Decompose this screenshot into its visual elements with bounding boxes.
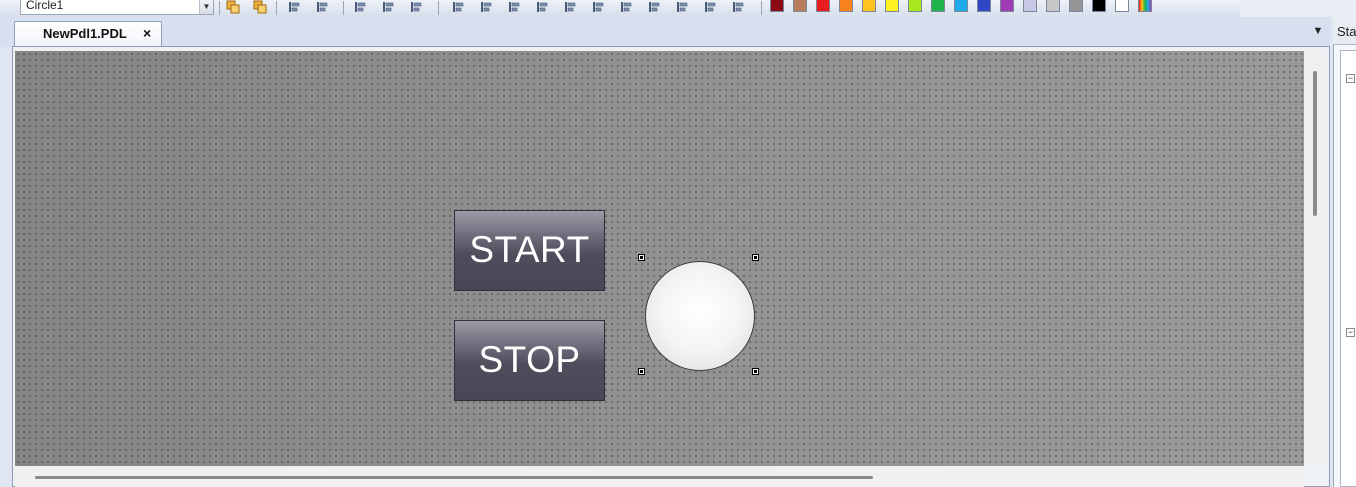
align-left-icon[interactable] [450,0,466,14]
vertical-scrollbar[interactable] [1304,51,1326,466]
bring-to-front-icon[interactable] [225,0,241,14]
color-swatch[interactable] [1000,0,1014,12]
flip-horizontal-icon[interactable] [380,0,396,14]
color-swatch[interactable] [885,0,899,12]
send-to-back-icon[interactable] [252,0,268,14]
side-panel-tree: − − [1340,50,1356,487]
more-colors-icon[interactable] [1138,0,1152,12]
close-icon[interactable]: × [143,25,151,41]
color-swatch[interactable] [908,0,922,12]
side-panel-title: Sta [1337,24,1356,39]
toolbar-separator [343,1,344,15]
selection-handle-bottom-left[interactable] [638,368,645,375]
tab-list-dropdown-icon[interactable]: ▼ [1310,25,1326,39]
circle-object[interactable] [645,261,755,371]
color-swatch[interactable] [1069,0,1083,12]
color-swatch[interactable] [839,0,853,12]
toolbar-spacer [1240,0,1356,17]
tree-collapse-toggle[interactable]: − [1346,74,1355,83]
color-swatch[interactable] [1092,0,1106,12]
same-size-icon[interactable] [730,0,746,14]
toolbar-separator [438,1,439,15]
design-canvas[interactable] [15,51,1304,466]
toolbar: Circle1 ▼ [0,0,1240,18]
start-button[interactable]: START [454,210,605,291]
magic-wand-icon[interactable] [286,0,302,14]
color-swatch[interactable] [816,0,830,12]
align-top-icon[interactable] [506,0,522,14]
selection-handle-top-right[interactable] [752,254,759,261]
eyedropper-icon[interactable] [314,0,330,14]
tab-label: NewPdl1.PDL [43,26,127,41]
selection-handle-top-left[interactable] [638,254,645,261]
color-swatch[interactable] [862,0,876,12]
color-swatch[interactable] [1115,0,1129,12]
color-swatch[interactable] [977,0,991,12]
chevron-down-icon[interactable]: ▼ [199,0,213,14]
selection-handle-bottom-right[interactable] [752,368,759,375]
toolbar-separator [276,1,277,15]
rotate-icon[interactable] [408,0,424,14]
distribute-vertical-icon[interactable] [646,0,662,14]
horizontal-scrollbar[interactable] [15,466,1304,487]
same-height-icon[interactable] [702,0,718,14]
align-right-icon[interactable] [478,0,494,14]
vertical-scroll-thumb[interactable] [1313,71,1317,216]
color-swatch[interactable] [931,0,945,12]
flip-vertical-icon[interactable] [352,0,368,14]
toolbar-separator [219,1,220,15]
horizontal-scroll-thumb[interactable] [35,476,873,479]
toolbar-separator [761,1,762,15]
document-tabbar: NewPdl1.PDL × ▼ [0,17,1330,47]
center-vertical-icon[interactable] [590,0,606,14]
color-swatch[interactable] [770,0,784,12]
tab-newpdl1[interactable]: NewPdl1.PDL × [14,21,162,47]
side-panel-header: Sta [1333,17,1356,45]
color-swatch[interactable] [1023,0,1037,12]
object-selector[interactable]: Circle1 ▼ [20,0,214,15]
stop-button[interactable]: STOP [454,320,605,401]
distribute-horizontal-icon[interactable] [618,0,634,14]
center-horizontal-icon[interactable] [562,0,578,14]
color-swatch[interactable] [1046,0,1060,12]
align-bottom-icon[interactable] [534,0,550,14]
color-swatch[interactable] [954,0,968,12]
object-selector-value: Circle1 [26,0,64,12]
color-swatch[interactable] [793,0,807,12]
tree-collapse-toggle[interactable]: − [1346,328,1355,337]
same-width-icon[interactable] [674,0,690,14]
